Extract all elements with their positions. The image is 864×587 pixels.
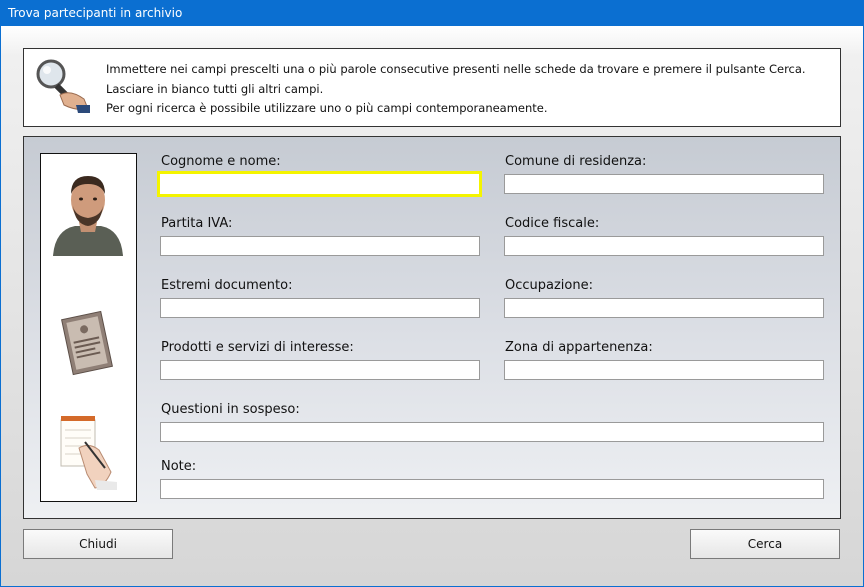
note-input[interactable] xyxy=(160,479,824,499)
dialog-body: Immettere nei campi prescelti una o più … xyxy=(1,26,863,586)
label-note: Note: xyxy=(161,459,197,474)
label-prodotti-servizi: Prodotti e servizi di interesse: xyxy=(161,340,354,355)
cognome-nome-input[interactable] xyxy=(157,171,482,197)
label-estremi-documento: Estremi documento: xyxy=(161,278,293,293)
comune-input[interactable] xyxy=(504,174,824,194)
info-line-3: Per ogni ricerca è possibile utilizzare … xyxy=(106,101,548,115)
occupazione-input[interactable] xyxy=(504,298,824,318)
info-line-2: Lasciare in bianco tutti gli altri campi… xyxy=(106,82,324,96)
label-partita-iva: Partita IVA: xyxy=(161,216,233,231)
info-panel: Immettere nei campi prescelti una o più … xyxy=(23,48,841,127)
partita-iva-input[interactable] xyxy=(160,236,480,256)
notepad-writing-icon xyxy=(60,416,117,490)
label-occupazione: Occupazione: xyxy=(505,278,593,293)
image-sidebar xyxy=(40,153,137,502)
label-cognome-nome: Cognome e nome: xyxy=(161,154,281,169)
estremi-documento-input[interactable] xyxy=(160,298,480,318)
prodotti-servizi-input[interactable] xyxy=(160,360,480,380)
window-title: Trova partecipanti in archivio xyxy=(8,6,183,20)
title-bar: Trova partecipanti in archivio xyxy=(0,0,864,26)
search-button[interactable]: Cerca xyxy=(690,529,840,559)
magnifier-icon xyxy=(36,59,90,113)
label-comune: Comune di residenza: xyxy=(505,154,647,169)
document-icon xyxy=(61,310,113,376)
info-line-1: Immettere nei campi prescelti una o più … xyxy=(106,62,806,76)
zona-input[interactable] xyxy=(504,360,824,380)
questioni-input[interactable] xyxy=(160,422,824,442)
label-zona: Zona di appartenenza: xyxy=(505,340,653,355)
search-form: Cognome e nome: Comune di residenza: Par… xyxy=(23,136,841,519)
label-codice-fiscale: Codice fiscale: xyxy=(505,216,600,231)
codice-fiscale-input[interactable] xyxy=(504,236,824,256)
label-questioni: Questioni in sospeso: xyxy=(161,402,300,417)
close-button[interactable]: Chiudi xyxy=(23,529,173,559)
person-photo xyxy=(49,166,127,256)
